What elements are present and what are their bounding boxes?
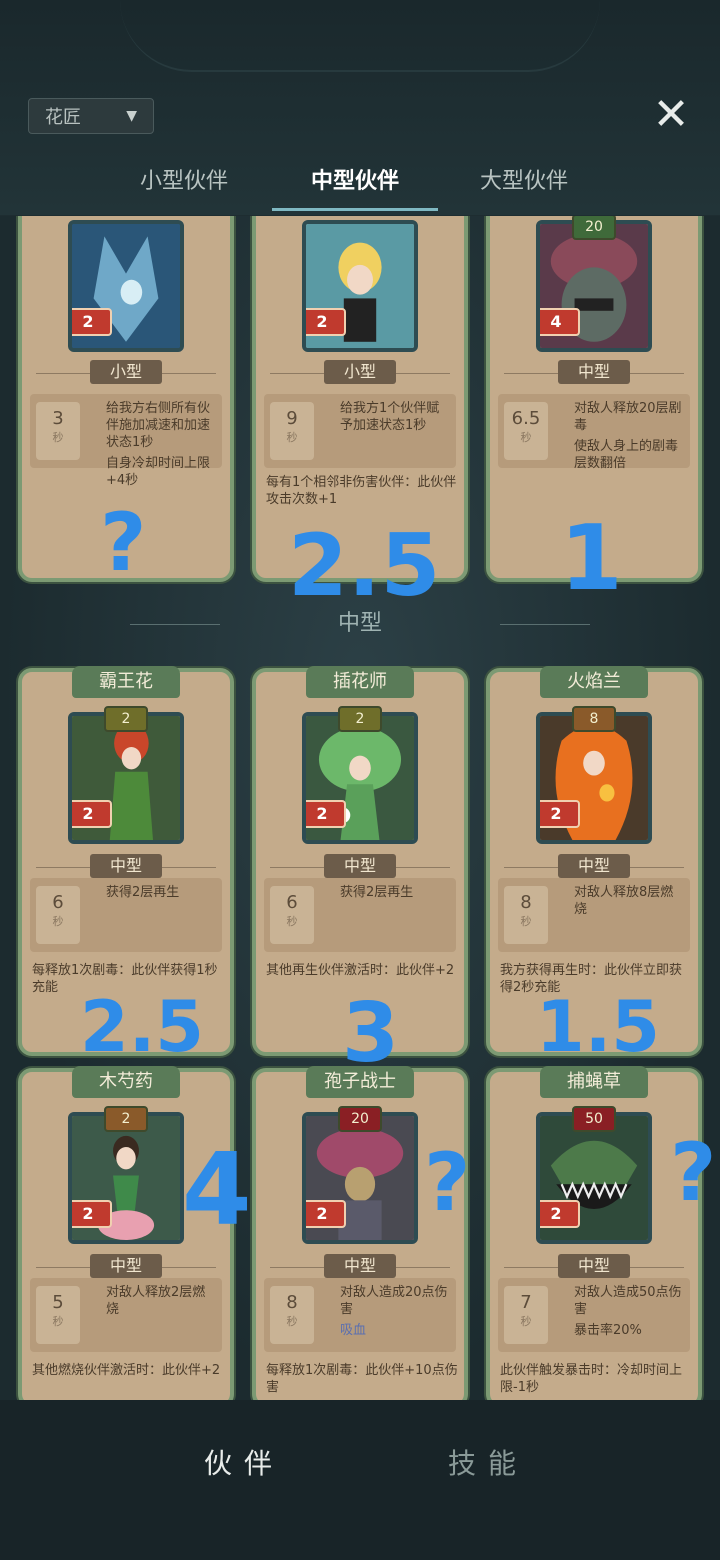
- annotation: 1.5: [536, 986, 661, 1068]
- size-label: 中型: [558, 1254, 630, 1278]
- header: 花匠 ▼ ✕ 小型伙伴 中型伙伴 大型伙伴: [0, 0, 720, 215]
- effect-box: 6.5 秒 对敌人释放20层剧毒 使敌人身上的剧毒层数翻倍: [498, 394, 690, 471]
- annotation: ?: [670, 1126, 717, 1219]
- size-bar: 中型: [490, 360, 698, 386]
- cooldown: 9秒: [270, 402, 314, 460]
- card-note: 其他燃烧伙伴激活时：此伙伴+2: [32, 1363, 221, 1378]
- size-label: 中型: [324, 854, 396, 878]
- filter-dropdown[interactable]: 花匠 ▼: [28, 98, 154, 134]
- effect-text: 给我方右侧所有伙伴施加减速和加速状态1秒 自身冷却时间上限+4秒: [106, 401, 211, 488]
- filter-icon: ▼: [126, 108, 137, 124]
- cost-badge: 50: [572, 1106, 616, 1132]
- card-name: 火焰兰: [540, 666, 648, 698]
- card-name: 捕蝇草: [540, 1066, 648, 1098]
- cost-badge: 2: [104, 1106, 148, 1132]
- cost-badge: 2: [338, 706, 382, 732]
- size-label: 中型: [90, 1254, 162, 1278]
- effect-text: 给我方1个伙伴赋予加速状态1秒: [340, 401, 440, 433]
- card-note: 每释放1次剧毒：此伙伴+10点伤害: [266, 1363, 458, 1395]
- bottom-nav: 伙伴 技能: [0, 1400, 720, 1560]
- annotation: 2.5: [288, 516, 441, 616]
- level-badge: 2: [72, 308, 112, 336]
- size-bar: 中型: [22, 1254, 230, 1280]
- effect-box: 6秒 获得2层再生: [30, 878, 222, 952]
- cost-badge: 8: [572, 706, 616, 732]
- level-badge: 2: [306, 800, 346, 828]
- cost-badge: 20: [338, 1106, 382, 1132]
- size-bar: 中型: [490, 1254, 698, 1280]
- card-note: 每有1个相邻非伤害伙伴：此伙伴攻击次数+1: [266, 475, 457, 507]
- tab-skills[interactable]: 技能: [448, 1442, 528, 1482]
- size-bar: 小型: [22, 360, 230, 386]
- effect-text: 获得2层再生: [340, 885, 414, 900]
- partner-card-baozizhanshi[interactable]: 孢子战士 2 20 中型 8秒 对敌人造成20点伤害 吸血 每释放1次剧毒：此伙伴…: [252, 1066, 468, 1400]
- partner-card-buyingcao[interactable]: 捕蝇草 2 50 中型 7秒 对敌人造成50点伤害 暴击率20% 此伙伴触发暴击时…: [486, 1066, 702, 1400]
- effect-text: 对敌人造成50点伤害 暴击率20%: [574, 1285, 682, 1338]
- cooldown: 7秒: [504, 1286, 548, 1344]
- partner-portrait: 2: [302, 220, 418, 352]
- effect-box: 8秒 对敌人释放8层燃烧: [498, 878, 690, 952]
- annotation: ?: [100, 496, 147, 589]
- card-name: 插花师: [306, 666, 414, 698]
- effect-box: 5秒 对敌人释放2层燃烧: [30, 1278, 222, 1352]
- size-bar: 中型: [490, 854, 698, 880]
- card-name: 霸王花: [72, 666, 180, 698]
- annotation: 3: [342, 986, 400, 1081]
- effect-text: 对敌人造成20点伤害 吸血: [340, 1285, 448, 1338]
- card-name: 木芍药: [72, 1066, 180, 1098]
- effect-box: 3秒 给我方右侧所有伙伴施加减速和加速状态1秒 自身冷却时间上限+4秒: [30, 394, 222, 488]
- level-badge: 2: [72, 800, 112, 828]
- level-badge: 2: [72, 1200, 112, 1228]
- effect-text: 对敌人释放20层剧毒 使敌人身上的剧毒层数翻倍: [574, 401, 682, 471]
- effect-box: 9秒 给我方1个伙伴赋予加速状态1秒: [264, 394, 456, 468]
- tab-medium[interactable]: 中型伙伴: [272, 160, 438, 211]
- header-ornament: [120, 0, 600, 72]
- size-bar: 中型: [256, 854, 464, 880]
- tab-large[interactable]: 大型伙伴: [468, 160, 580, 208]
- annotation: ?: [424, 1136, 471, 1229]
- cooldown: 6秒: [36, 886, 80, 944]
- card-list[interactable]: 2 小型 3秒 给我方右侧所有伙伴施加减速和加速状态1秒 自身冷却时间上限+4秒 …: [0, 216, 720, 1400]
- size-label: 小型: [90, 360, 162, 384]
- size-label: 中型: [90, 854, 162, 878]
- cooldown: 8秒: [270, 1286, 314, 1344]
- annotation: 2.5: [80, 986, 205, 1068]
- level-badge: 2: [540, 1200, 580, 1228]
- effect-text: 获得2层再生: [106, 885, 180, 900]
- cooldown: 3秒: [36, 402, 80, 460]
- level-badge: 4: [540, 308, 580, 336]
- effect-box: 7秒 对敌人造成50点伤害 暴击率20%: [498, 1278, 690, 1352]
- effect-box: 6秒 获得2层再生: [264, 878, 456, 952]
- size-bar: 小型: [256, 360, 464, 386]
- tab-small[interactable]: 小型伙伴: [128, 160, 240, 208]
- cooldown: 5秒: [36, 1286, 80, 1344]
- level-badge: 2: [306, 1200, 346, 1228]
- card-note: 此伙伴触发暴击时：冷却时间上限-1秒: [500, 1363, 683, 1395]
- tab-partners[interactable]: 伙伴: [204, 1442, 284, 1482]
- effect-box: 8秒 对敌人造成20点伤害 吸血: [264, 1278, 456, 1352]
- cost-badge: 20: [572, 216, 616, 240]
- partner-portrait: 2: [68, 220, 184, 352]
- effect-text: 对敌人释放2层燃烧: [106, 1285, 206, 1317]
- close-icon[interactable]: ✕: [648, 92, 694, 138]
- level-badge: 2: [306, 308, 346, 336]
- cooldown: 6.5 秒: [504, 402, 548, 460]
- annotation: 1: [560, 506, 623, 611]
- level-badge: 2: [540, 800, 580, 828]
- size-label: 小型: [324, 360, 396, 384]
- cooldown: 8秒: [504, 886, 548, 944]
- annotation: 4: [182, 1131, 252, 1248]
- cooldown: 6秒: [270, 886, 314, 944]
- filter-label: 花匠: [45, 107, 81, 128]
- size-bar: 中型: [22, 854, 230, 880]
- cost-badge: 2: [104, 706, 148, 732]
- size-label: 中型: [558, 854, 630, 878]
- size-tabs: 小型伙伴 中型伙伴 大型伙伴: [0, 160, 720, 211]
- size-label: 中型: [324, 1254, 396, 1278]
- size-bar: 中型: [256, 1254, 464, 1280]
- size-label: 中型: [558, 360, 630, 384]
- effect-text: 对敌人释放8层燃烧: [574, 885, 674, 917]
- card-note: 其他再生伙伴激活时：此伙伴+2: [266, 963, 455, 978]
